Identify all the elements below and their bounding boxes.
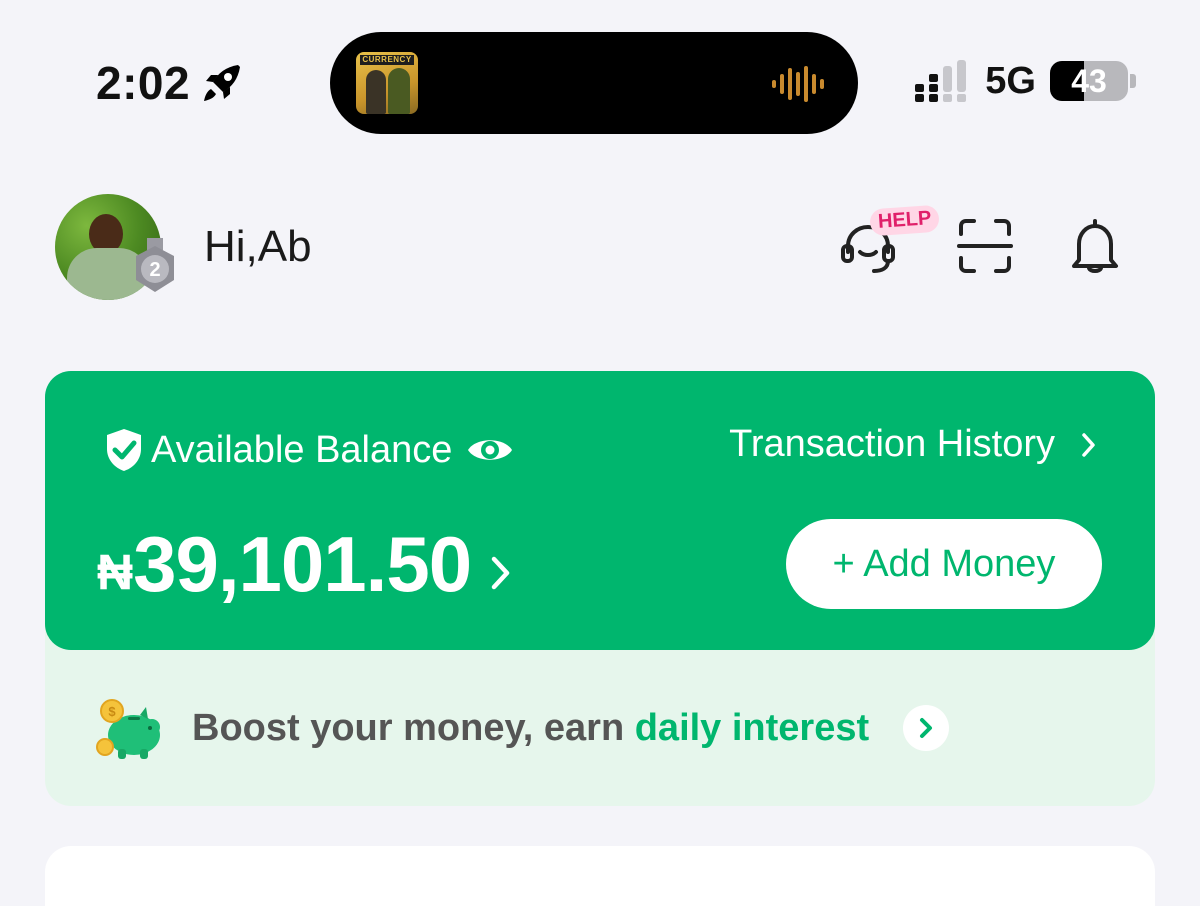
balance-amount[interactable]: ₦ 39,101.50 bbox=[97, 519, 513, 610]
network-type: 5G bbox=[985, 59, 1036, 102]
rocket-icon bbox=[204, 65, 241, 101]
signal-icon bbox=[915, 60, 967, 102]
battery-percent: 43 bbox=[1071, 63, 1107, 99]
medal-level: 2 bbox=[149, 259, 160, 281]
promo-banner[interactable]: $ Boost your money, earn daily interest bbox=[96, 695, 950, 761]
available-balance-header: Available Balance bbox=[103, 427, 514, 473]
album-art[interactable]: CURRENCY bbox=[356, 52, 418, 114]
level-medal-icon: 2 bbox=[136, 238, 174, 292]
chevron-right-icon bbox=[491, 556, 510, 590]
dynamic-island[interactable]: CURRENCY bbox=[330, 32, 858, 134]
promo-text-prefix: Boost your money, earn bbox=[192, 706, 635, 749]
eye-icon[interactable] bbox=[466, 433, 514, 467]
shield-check-icon bbox=[107, 429, 141, 471]
promo-arrow-button[interactable] bbox=[903, 705, 950, 751]
balance-card: Available Balance Transaction History ₦ … bbox=[45, 371, 1155, 650]
battery-tip bbox=[1130, 74, 1136, 88]
transaction-history-label: Transaction History bbox=[729, 423, 1055, 465]
chevron-right-icon bbox=[1082, 432, 1095, 457]
greeting: Hi,Ab bbox=[204, 222, 312, 271]
scan-icon[interactable] bbox=[955, 216, 1015, 276]
battery-indicator: 43 bbox=[1050, 61, 1128, 101]
status-bar-time: 2:02 bbox=[96, 56, 244, 110]
promo-text: Boost your money, earn daily interest bbox=[192, 707, 869, 750]
status-bar-indicators: 5G 43 bbox=[913, 58, 1136, 104]
balance-value: 39,101.50 bbox=[133, 520, 472, 608]
time-label: 2:02 bbox=[96, 57, 191, 109]
album-title: CURRENCY bbox=[360, 55, 414, 65]
bell-icon[interactable] bbox=[1065, 216, 1125, 276]
svg-text:$: $ bbox=[108, 704, 116, 719]
next-section-card bbox=[45, 846, 1155, 906]
chevron-right-icon bbox=[920, 718, 933, 738]
currency-symbol: ₦ bbox=[97, 544, 134, 600]
add-money-button[interactable]: + Add Money bbox=[786, 519, 1102, 609]
piggy-bank-icon: $ bbox=[96, 699, 160, 759]
help-badge[interactable]: HELP bbox=[869, 204, 941, 237]
transaction-history-link[interactable]: Transaction History bbox=[729, 423, 1097, 466]
audio-waveform-icon bbox=[772, 66, 824, 102]
promo-link[interactable]: daily interest bbox=[635, 707, 869, 749]
available-balance-label: Available Balance bbox=[151, 428, 453, 471]
